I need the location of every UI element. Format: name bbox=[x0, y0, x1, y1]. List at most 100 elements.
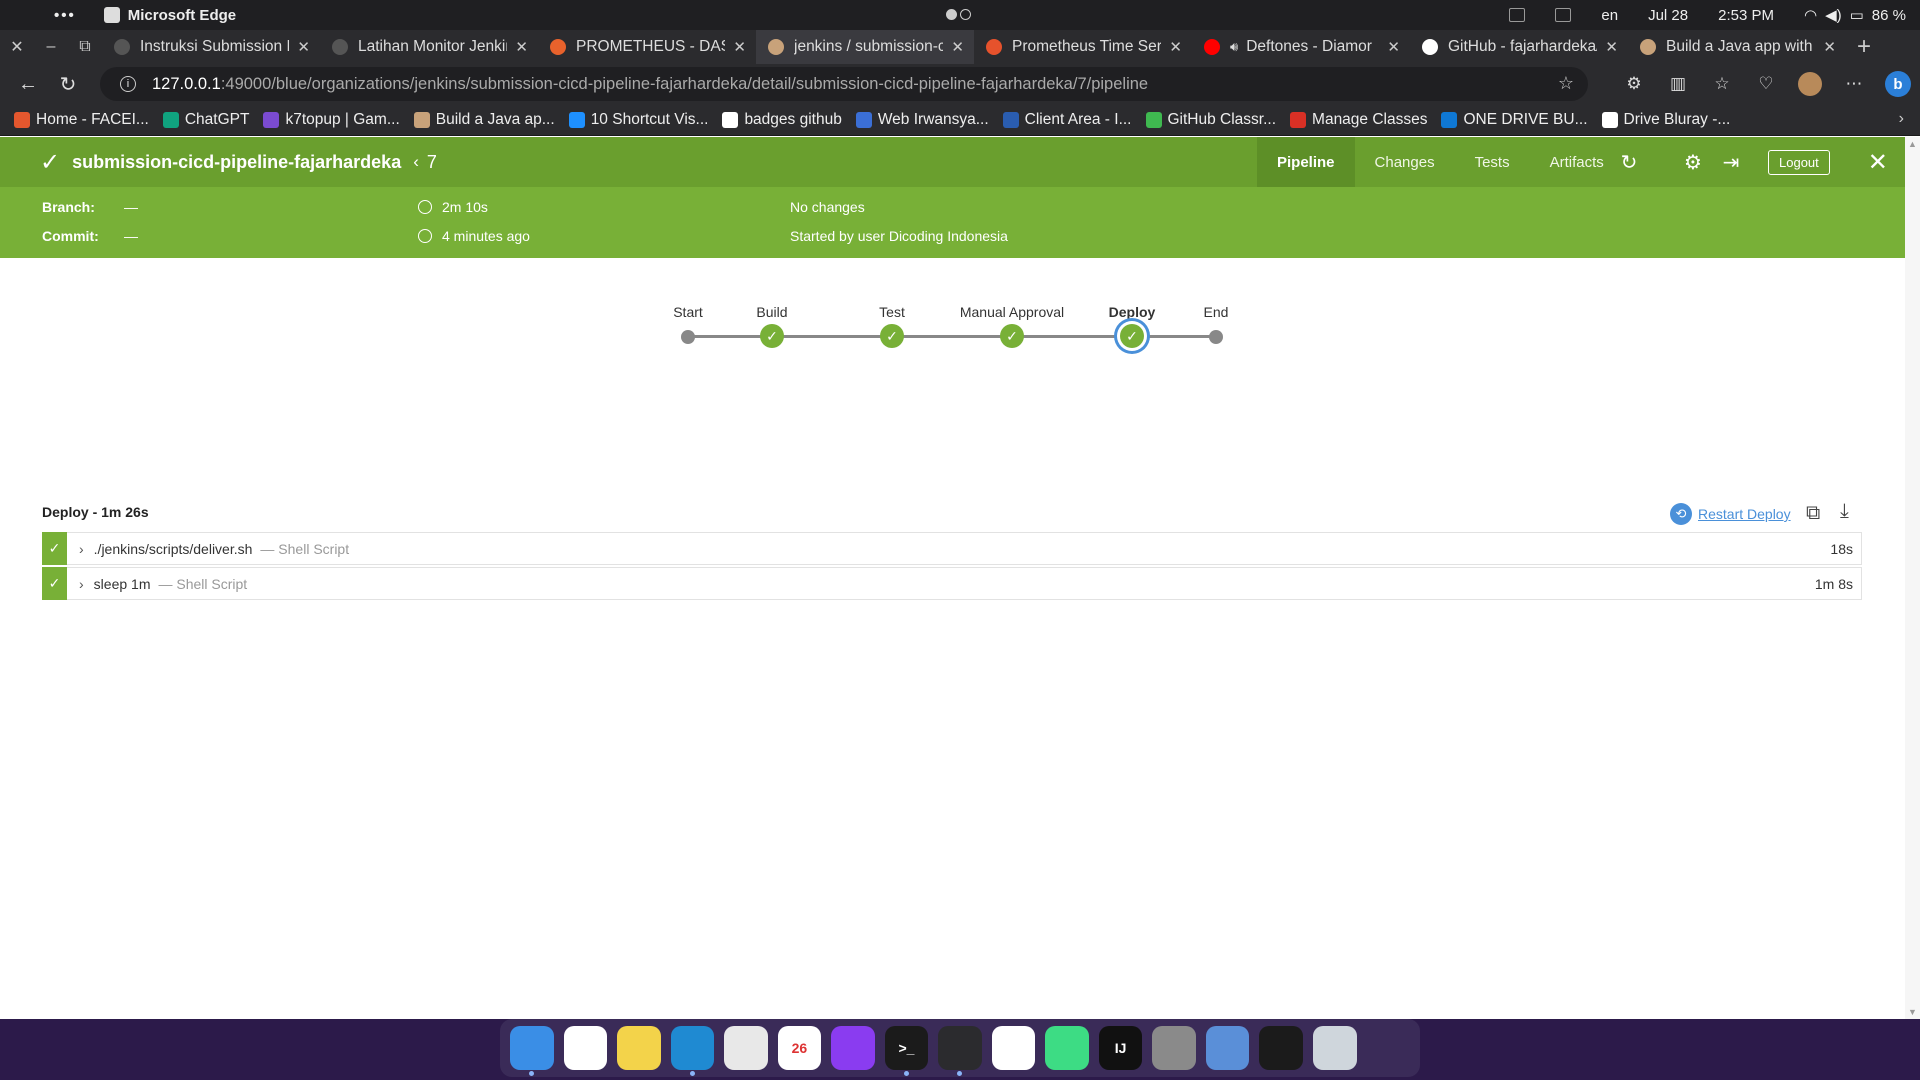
battery-icon[interactable]: ▭ bbox=[1850, 6, 1864, 24]
step-row[interactable]: ✓ › ./jenkins/scripts/deliver.sh — Shell Sc… bbox=[42, 532, 1862, 565]
go-classic-icon[interactable]: ⇥ bbox=[1712, 150, 1750, 175]
dock-edge-icon[interactable] bbox=[670, 1026, 715, 1076]
dock-system-settings-icon[interactable] bbox=[1152, 1026, 1196, 1070]
dock-vscode-icon[interactable] bbox=[938, 1026, 982, 1076]
dock-trash-icon[interactable] bbox=[1312, 1026, 1357, 1070]
window-minimize-icon[interactable]: – bbox=[34, 30, 68, 64]
scroll-down-icon[interactable]: ▼ bbox=[1908, 1007, 1917, 1017]
step-row[interactable]: ✓ › sleep 1m — Shell Script 1m 8s bbox=[42, 567, 1862, 600]
vertical-scrollbar[interactable]: ▲ ▼ bbox=[1905, 137, 1920, 1019]
window-restore-icon[interactable]: ⧉ bbox=[68, 30, 102, 64]
tab-close-icon[interactable]: ✕ bbox=[1605, 38, 1618, 56]
favorites-icon[interactable]: ☆ bbox=[1700, 64, 1744, 104]
back-icon[interactable]: ← bbox=[8, 64, 48, 104]
bookmark-item[interactable]: badges github bbox=[722, 111, 842, 129]
more-menu-icon[interactable]: ⋯ bbox=[1832, 64, 1876, 104]
bookmark-item[interactable]: Home - FACEI... bbox=[14, 111, 149, 129]
bookmark-item[interactable]: Client Area - I... bbox=[1002, 111, 1132, 129]
tab-close-icon[interactable]: ✕ bbox=[1387, 38, 1400, 56]
bookmark-item[interactable]: ONE DRIVE BU... bbox=[1441, 111, 1588, 129]
bookmark-item[interactable]: GitHub Classr... bbox=[1145, 111, 1276, 129]
open-log-icon[interactable]: ⧉ bbox=[1806, 502, 1820, 525]
dock-control-center-icon[interactable] bbox=[1205, 1026, 1250, 1070]
browser-tab[interactable]: Instruksi Submission P ✕ bbox=[102, 30, 320, 64]
clipboard-icon[interactable] bbox=[1555, 8, 1572, 22]
bookmark-item[interactable]: Manage Classes bbox=[1290, 111, 1427, 129]
volume-icon[interactable]: ◀) bbox=[1825, 6, 1842, 24]
address-bar[interactable]: i 127.0.0.1:49000/blue/organizations/jen… bbox=[100, 67, 1588, 101]
bookmark-item[interactable]: 10 Shortcut Vis... bbox=[568, 111, 708, 129]
dock-launchpad-icon[interactable] bbox=[1367, 1026, 1411, 1070]
tab-audio-icon[interactable]: 🔊︎ bbox=[1230, 39, 1238, 55]
bookmarks-overflow-icon[interactable]: › bbox=[1899, 110, 1904, 128]
window-dots-icon[interactable]: ••• bbox=[54, 7, 76, 24]
stage-label[interactable]: Test bbox=[879, 304, 905, 320]
tab-close-icon[interactable]: ✕ bbox=[951, 38, 964, 56]
stage-label[interactable]: Start bbox=[673, 304, 703, 320]
time[interactable]: 2:53 PM bbox=[1718, 7, 1774, 24]
bookmark-item[interactable]: ChatGPT bbox=[162, 111, 249, 129]
tab-close-icon[interactable]: ✕ bbox=[515, 38, 528, 56]
dock-android-studio-icon[interactable] bbox=[1045, 1026, 1089, 1070]
dock-terminal-icon[interactable]: >_ bbox=[884, 1026, 929, 1076]
browser-tab[interactable]: jenkins / submission-c ✕ bbox=[756, 30, 974, 64]
stage-label[interactable]: Manual Approval bbox=[960, 304, 1064, 320]
restart-icon[interactable]: ⟲ bbox=[1670, 503, 1692, 525]
stage-label[interactable]: Deploy bbox=[1109, 304, 1156, 320]
dock-textedit-icon[interactable] bbox=[724, 1026, 768, 1070]
apple-icon[interactable] bbox=[14, 6, 32, 24]
wifi-icon[interactable]: ◠ bbox=[1804, 6, 1817, 24]
tab-close-icon[interactable]: ✕ bbox=[1823, 38, 1836, 56]
restart-stage-button[interactable]: ⟲ Restart Deploy bbox=[1670, 503, 1791, 525]
dock-infinity-icon[interactable] bbox=[831, 1026, 875, 1070]
stage-label[interactable]: End bbox=[1204, 304, 1229, 320]
window-close-icon[interactable]: ✕ bbox=[0, 30, 34, 64]
tab-close-icon[interactable]: ✕ bbox=[733, 38, 746, 56]
browser-tab[interactable]: Prometheus Time Seri ✕ bbox=[974, 30, 1192, 64]
logout-button[interactable]: Logout bbox=[1768, 149, 1830, 175]
extensions-icon[interactable]: ⚙ bbox=[1612, 64, 1656, 104]
tab-changes[interactable]: Changes bbox=[1355, 137, 1455, 187]
dock-intellij-icon[interactable]: IJ bbox=[1098, 1026, 1143, 1070]
dock-finder-icon[interactable] bbox=[510, 1026, 554, 1076]
stage-success-icon[interactable]: ✓ bbox=[880, 324, 904, 348]
tab-close-icon[interactable]: ✕ bbox=[297, 38, 310, 56]
restart-label[interactable]: Restart Deploy bbox=[1698, 506, 1791, 522]
dock-activity-monitor-icon[interactable] bbox=[1259, 1026, 1303, 1070]
new-tab-button[interactable]: + bbox=[1846, 30, 1882, 64]
stage-success-icon[interactable]: ✓ bbox=[760, 324, 784, 348]
job-name[interactable]: submission-cicd-pipeline-fajarhardeka bbox=[72, 152, 401, 173]
dock-calendar-icon[interactable]: 26 bbox=[777, 1026, 822, 1070]
tab-close-icon[interactable]: ✕ bbox=[1169, 38, 1182, 56]
profile-avatar[interactable] bbox=[1788, 64, 1832, 104]
tab-tests[interactable]: Tests bbox=[1455, 137, 1530, 187]
bookmark-item[interactable]: Build a Java ap... bbox=[413, 111, 555, 129]
dock-chrome-icon[interactable] bbox=[563, 1026, 608, 1070]
app-name[interactable]: Microsoft Edge bbox=[128, 7, 236, 24]
dock-app-store-icon[interactable] bbox=[991, 1026, 1036, 1070]
copilot-icon[interactable]: b bbox=[1876, 64, 1920, 104]
split-screen-icon[interactable]: ▥ bbox=[1656, 64, 1700, 104]
reload-icon[interactable]: ↻ bbox=[48, 64, 88, 104]
bookmark-item[interactable]: Drive Bluray -... bbox=[1601, 111, 1730, 129]
workspace-indicator[interactable] bbox=[946, 9, 971, 20]
rerun-icon[interactable]: ↻ bbox=[1610, 150, 1648, 175]
browser-essentials-icon[interactable]: ♡ bbox=[1744, 64, 1788, 104]
browser-tab[interactable]: 🔊︎ Deftones - Diamor ✕ bbox=[1192, 30, 1410, 64]
browser-tab[interactable]: PROMETHEUS - DASH ✕ bbox=[538, 30, 756, 64]
browser-tab[interactable]: GitHub - fajarhardeka/ ✕ bbox=[1410, 30, 1628, 64]
expand-chevron-icon[interactable]: › bbox=[79, 576, 84, 592]
browser-tab[interactable]: Build a Java app with M ✕ bbox=[1628, 30, 1846, 64]
date[interactable]: Jul 28 bbox=[1648, 7, 1688, 24]
language-indicator[interactable]: en bbox=[1601, 7, 1618, 24]
stage-label[interactable]: Build bbox=[756, 304, 787, 320]
favorite-star-icon[interactable]: ☆ bbox=[1558, 73, 1574, 94]
settings-gear-icon[interactable]: ⚙ bbox=[1674, 150, 1712, 175]
scroll-up-icon[interactable]: ▲ bbox=[1908, 139, 1917, 149]
stage-success-icon[interactable]: ✓ bbox=[1000, 324, 1024, 348]
bookmark-item[interactable]: k7topup | Gam... bbox=[263, 111, 400, 129]
dock-notes-icon[interactable] bbox=[617, 1026, 661, 1070]
site-info-icon[interactable]: i bbox=[120, 76, 136, 92]
browser-tab[interactable]: Latihan Monitor Jenkir ✕ bbox=[320, 30, 538, 64]
terminal-status-icon[interactable] bbox=[1509, 8, 1526, 22]
